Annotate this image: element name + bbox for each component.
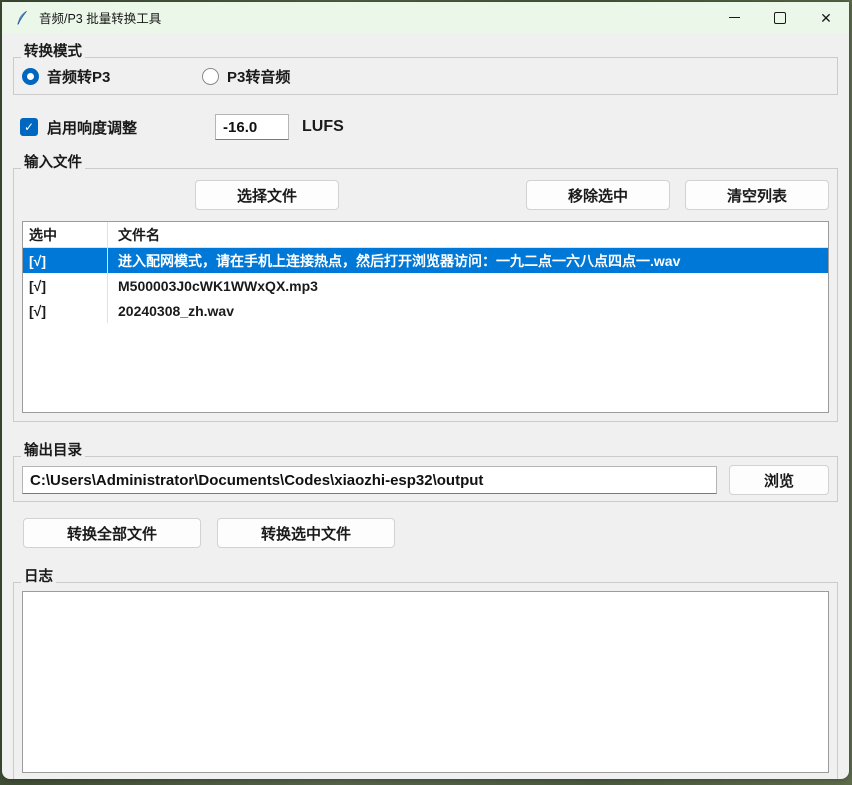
group-input-files: 输入文件 选择文件 移除选中 清空列表 选中 文件名 [√] 进入配网模式，请在… — [13, 168, 838, 422]
column-header-checked: 选中 — [23, 222, 108, 247]
table-row[interactable]: [√] M500003J0cWK1WWxQX.mp3 — [23, 273, 828, 298]
clear-list-button[interactable]: 清空列表 — [685, 180, 829, 210]
remove-selected-button[interactable]: 移除选中 — [526, 180, 670, 210]
minimize-button[interactable] — [711, 2, 757, 33]
row-filename: 进入配网模式，请在手机上连接热点，然后打开浏览器访问：一九二点一六八点四点一.w… — [108, 248, 828, 273]
output-path-input[interactable] — [22, 466, 717, 494]
main-content: 转换模式 音频转P3 P3转音频 ✓ 启用响度调整 LUFS 输入文件 — [2, 57, 849, 779]
convert-selected-button[interactable]: 转换选中文件 — [217, 518, 395, 548]
group-conversion-mode-label: 转换模式 — [21, 43, 85, 61]
row-filename: M500003J0cWK1WWxQX.mp3 — [108, 273, 828, 298]
radio-p3-to-audio-label: P3转音频 — [227, 66, 290, 87]
row-filename: 20240308_zh.wav — [108, 298, 828, 323]
output-dir-row: 浏览 — [22, 465, 829, 495]
maximize-icon — [774, 12, 786, 24]
app-feather-icon — [14, 10, 30, 26]
lufs-unit-label: LUFS — [302, 118, 344, 136]
row-checkmark: [√] — [23, 298, 108, 323]
close-icon: ✕ — [820, 11, 832, 25]
maximize-button[interactable] — [757, 2, 803, 33]
loudness-checkbox[interactable]: ✓ — [20, 118, 38, 136]
file-table-empty-area[interactable] — [23, 323, 828, 412]
minimize-icon — [729, 17, 740, 18]
group-input-files-label: 输入文件 — [21, 154, 85, 172]
radio-unselected-icon — [202, 68, 219, 85]
titlebar: 音频/P3 批量转换工具 ✕ — [2, 2, 849, 33]
close-button[interactable]: ✕ — [803, 2, 849, 33]
table-row[interactable]: [√] 20240308_zh.wav — [23, 298, 828, 323]
group-log-label: 日志 — [21, 568, 56, 586]
window-title: 音频/P3 批量转换工具 — [39, 8, 161, 27]
loudness-checkbox-label: 启用响度调整 — [47, 117, 137, 138]
convert-all-button[interactable]: 转换全部文件 — [23, 518, 201, 548]
lufs-value-input[interactable] — [215, 114, 289, 140]
mode-radio-row: 音频转P3 P3转音频 — [14, 58, 837, 87]
group-output-dir: 输出目录 浏览 — [13, 456, 838, 502]
row-checkmark: [√] — [23, 248, 108, 273]
group-output-dir-label: 输出目录 — [21, 442, 85, 460]
group-log: 日志 — [13, 582, 838, 779]
group-conversion-mode: 转换模式 音频转P3 P3转音频 — [13, 57, 838, 95]
radio-selected-icon — [22, 68, 39, 85]
convert-buttons-row: 转换全部文件 转换选中文件 — [13, 518, 838, 548]
browse-button[interactable]: 浏览 — [729, 465, 829, 495]
file-table-header: 选中 文件名 — [23, 222, 828, 248]
row-checkmark: [√] — [23, 273, 108, 298]
log-textarea[interactable] — [22, 591, 829, 773]
file-buttons-row: 选择文件 移除选中 清空列表 — [22, 180, 829, 210]
table-row[interactable]: [√] 进入配网模式，请在手机上连接热点，然后打开浏览器访问：一九二点一六八点四… — [23, 248, 828, 273]
select-files-button[interactable]: 选择文件 — [195, 180, 339, 210]
radio-audio-to-p3[interactable]: 音频转P3 — [22, 66, 202, 87]
radio-p3-to-audio[interactable]: P3转音频 — [202, 66, 290, 87]
loudness-row: ✓ 启用响度调整 LUFS — [13, 114, 838, 140]
app-window: 音频/P3 批量转换工具 ✕ 转换模式 音频转P3 P3转音频 — [2, 2, 849, 779]
column-header-filename: 文件名 — [108, 222, 828, 247]
file-table: 选中 文件名 [√] 进入配网模式，请在手机上连接热点，然后打开浏览器访问：一九… — [22, 221, 829, 413]
radio-audio-to-p3-label: 音频转P3 — [47, 66, 110, 87]
